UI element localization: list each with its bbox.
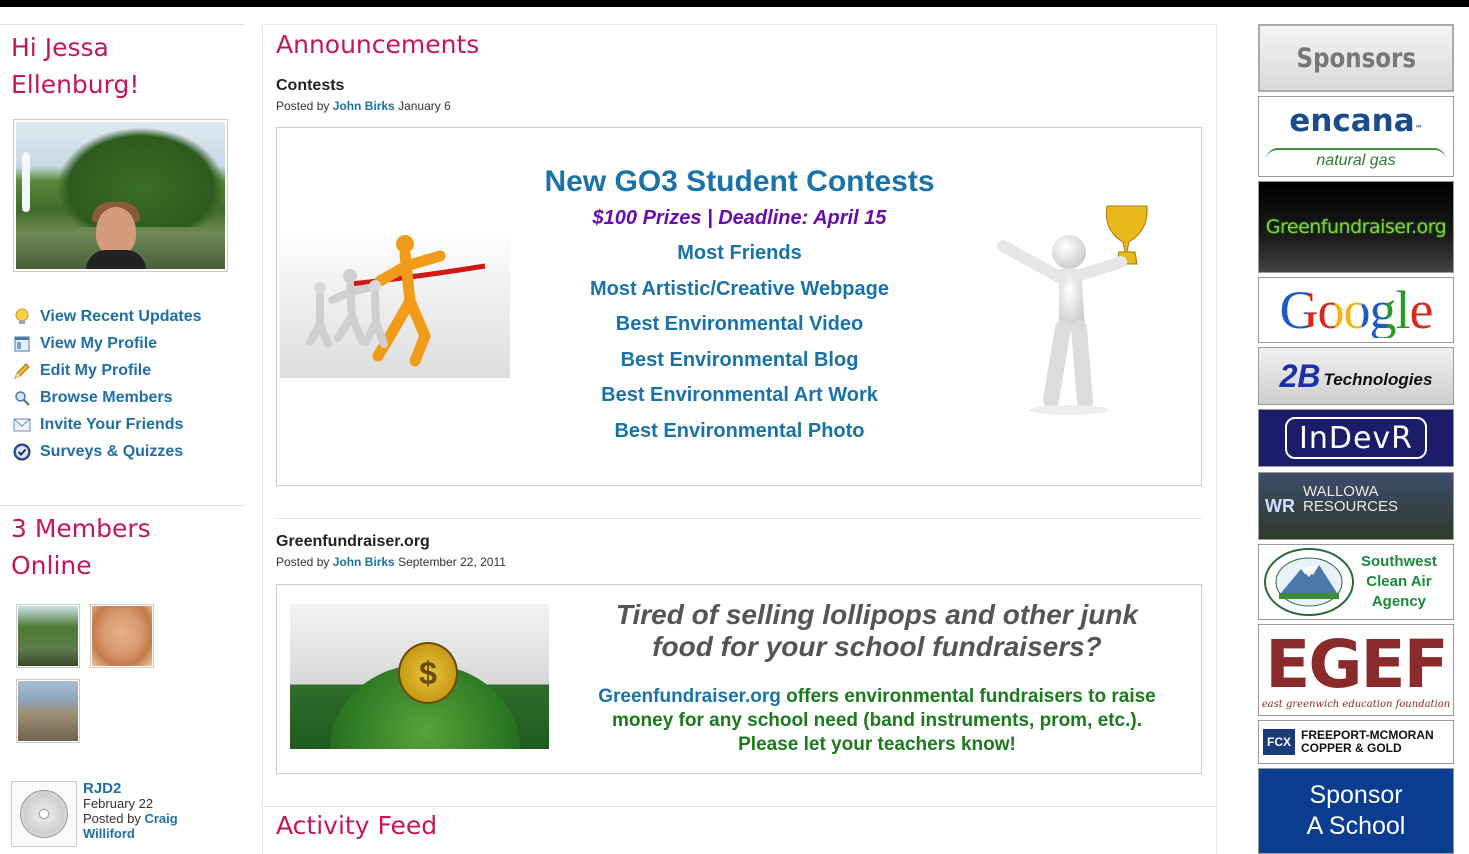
sponsors-heading: Sponsors bbox=[1258, 24, 1454, 92]
menu-invite-your-friends[interactable]: Invite Your Friends bbox=[12, 411, 244, 438]
menu-label: View Recent Updates bbox=[40, 307, 202, 325]
menu-browse-members[interactable]: Browse Members bbox=[12, 384, 244, 411]
post-meta: Posted by John Birks September 22, 2011 bbox=[276, 555, 506, 569]
menu-label: Invite Your Friends bbox=[40, 415, 184, 433]
sponsor-indevr[interactable]: InDevR bbox=[1258, 409, 1454, 467]
sponsor-google[interactable]: Google bbox=[1258, 277, 1454, 343]
recent-post-author-link[interactable]: Craig bbox=[144, 811, 177, 826]
member-avatar[interactable] bbox=[16, 604, 80, 668]
greenfundraiser-announcement-image: $ Tired of selling lollipops and other j… bbox=[276, 584, 1202, 774]
recent-post-date: February 22 bbox=[83, 796, 154, 811]
greeting-line1: Hi Jessa bbox=[11, 33, 109, 62]
menu-view-recent-updates[interactable]: View Recent Updates bbox=[12, 303, 244, 330]
profile-photo-image bbox=[16, 122, 225, 269]
main-content: Announcements Contests Posted by John Bi… bbox=[262, 24, 1217, 854]
sponsor-southwest-clean-air-agency[interactable]: Southwest Clean Air Agency bbox=[1258, 544, 1454, 620]
greeting-heading: Hi Jessa Ellenburg! bbox=[0, 25, 244, 103]
contest-text: New GO3 Student Contests $100 Prizes | D… bbox=[447, 164, 1032, 449]
announcements-heading: Announcements bbox=[276, 30, 480, 59]
menu-edit-my-profile[interactable]: Edit My Profile bbox=[12, 357, 244, 384]
fundraiser-link[interactable]: Greenfundraiser.org bbox=[598, 686, 781, 707]
divider bbox=[276, 518, 1202, 519]
sponsor-2b-technologies[interactable]: 2B Technologies bbox=[1258, 347, 1454, 405]
fundraiser-text: Tired of selling lollipops and other jun… bbox=[567, 599, 1187, 757]
sponsor-egef[interactable]: EGEF east greenwich education foundation bbox=[1258, 624, 1454, 716]
contest-category: Best Environmental Art Work bbox=[601, 384, 878, 406]
contest-category: Best Environmental Video bbox=[615, 313, 864, 335]
profile-menu: View Recent Updates View My Profile Edit… bbox=[12, 303, 244, 465]
recent-post-user[interactable]: RJD2 bbox=[83, 781, 178, 796]
member-avatar[interactable] bbox=[16, 679, 80, 743]
menu-label: View My Profile bbox=[40, 334, 158, 352]
member-thumbnails bbox=[16, 604, 244, 744]
sponsor-greenfundraiser[interactable]: Greenfundraiser.org bbox=[1258, 181, 1454, 273]
cd-icon bbox=[11, 781, 77, 847]
members-online-line2: Online bbox=[11, 551, 92, 580]
trophy-figure-graphic bbox=[997, 205, 1148, 415]
contest-category: Best Environmental Blog bbox=[620, 348, 859, 371]
profile-photo[interactable] bbox=[13, 119, 228, 272]
contest-category: Most Friends bbox=[677, 242, 802, 264]
menu-label: Edit My Profile bbox=[40, 361, 152, 379]
recent-post-item[interactable]: RJD2 February 22 Posted by Craig Willifo… bbox=[11, 781, 241, 847]
menu-label: Browse Members bbox=[40, 388, 173, 406]
members-online-heading: 3 Members Online bbox=[0, 506, 244, 584]
contest-announcement-image: New GO3 Student Contests $100 Prizes | D… bbox=[276, 127, 1202, 486]
divider bbox=[263, 806, 1216, 807]
pencil-icon bbox=[12, 362, 32, 380]
fundraiser-question: Tired of selling lollipops and other jun… bbox=[615, 599, 1139, 630]
envelope-icon bbox=[12, 416, 32, 434]
sponsor-encana[interactable]: encana™ natural gas bbox=[1258, 96, 1454, 177]
menu-label: Surveys & Quizzes bbox=[40, 442, 184, 460]
recent-post-posted-by: Posted by bbox=[83, 811, 141, 826]
member-avatar[interactable] bbox=[90, 604, 154, 668]
sponsor-a-school-button[interactable]: Sponsor A School bbox=[1258, 768, 1454, 854]
post-author-link[interactable]: John Birks bbox=[333, 555, 395, 569]
mountain-seal-icon bbox=[1264, 548, 1354, 616]
fundraiser-globe-graphic: $ bbox=[290, 604, 549, 749]
post-author-link[interactable]: John Birks bbox=[333, 99, 395, 113]
menu-surveys-quizzes[interactable]: Surveys & Quizzes bbox=[12, 438, 244, 465]
lightbulb-icon bbox=[12, 308, 32, 326]
contest-category: Most Artistic/Creative Webpage bbox=[590, 277, 889, 300]
sponsor-wallowa-resources[interactable]: WR WALLOWA RESOURCES bbox=[1258, 472, 1454, 540]
top-bar bbox=[0, 0, 1469, 7]
activity-feed-heading: Activity Feed bbox=[276, 811, 438, 840]
profile-window-icon bbox=[12, 335, 32, 353]
magnifier-icon bbox=[12, 389, 32, 407]
contest-prize: $100 Prizes | Deadline: April 15 bbox=[592, 207, 887, 229]
post-title: Contests bbox=[276, 77, 345, 94]
members-online-line1: 3 Members bbox=[11, 514, 151, 543]
greeting-line2: Ellenburg! bbox=[11, 70, 140, 99]
post-meta: Posted by John Birks January 6 bbox=[276, 99, 451, 113]
recent-post-author-link[interactable]: Williford bbox=[83, 826, 135, 841]
post-title: Greenfundraiser.org bbox=[276, 533, 430, 550]
fundraiser-question: food for your school fundraisers? bbox=[652, 631, 1102, 662]
sponsor-freeport-mcmoran[interactable]: FCX FREEPORT-MCMORAN COPPER & GOLD bbox=[1258, 720, 1454, 764]
check-circle-icon bbox=[12, 443, 32, 461]
contest-headline: New GO3 Student Contests bbox=[544, 165, 935, 198]
left-sidebar: Hi Jessa Ellenburg! View Recent Updates … bbox=[0, 24, 244, 744]
post-date: January 6 bbox=[398, 99, 451, 113]
menu-view-my-profile[interactable]: View My Profile bbox=[12, 330, 244, 357]
post-date: September 22, 2011 bbox=[398, 555, 506, 569]
contest-category: Best Environmental Photo bbox=[614, 419, 865, 442]
